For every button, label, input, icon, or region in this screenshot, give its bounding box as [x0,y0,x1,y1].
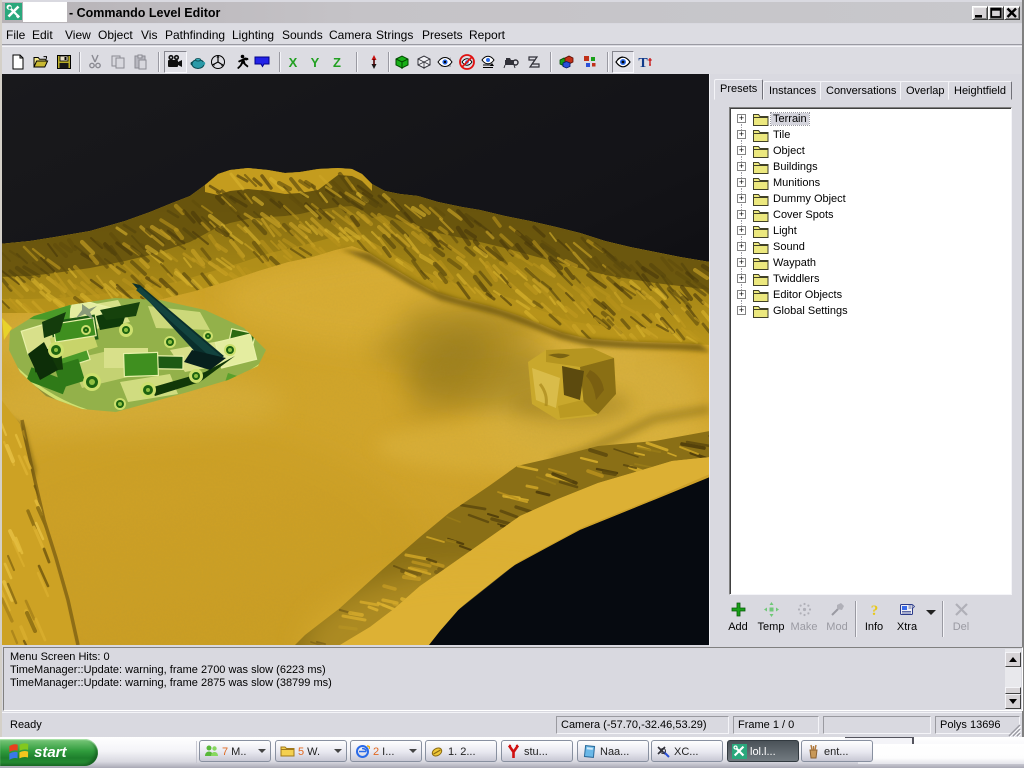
svg-text:Y: Y [311,55,320,70]
svg-text:Z: Z [333,55,341,70]
svg-text:T: T [638,56,648,70]
svg-text:X: X [289,55,298,70]
svg-text:?: ? [870,603,878,618]
